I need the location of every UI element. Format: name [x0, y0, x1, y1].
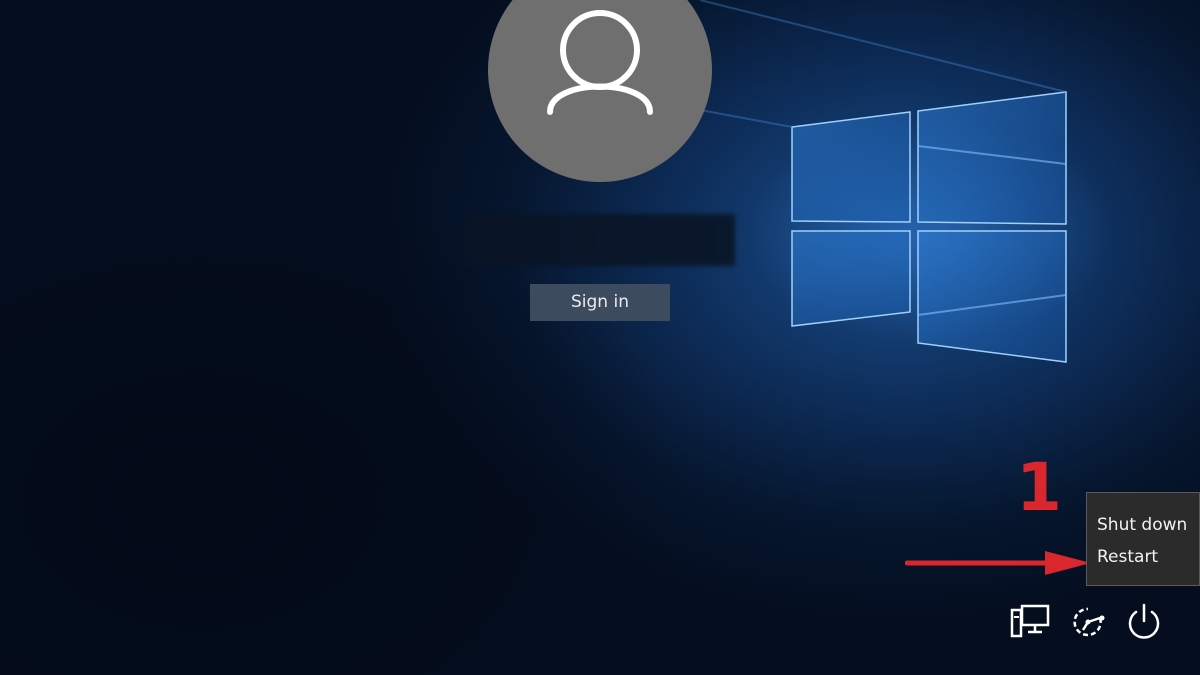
network-icon[interactable] — [1008, 600, 1052, 644]
sign-in-button[interactable]: Sign in — [530, 284, 670, 321]
menu-item-restart[interactable]: Restart — [1097, 547, 1158, 567]
annotation-arrow-icon — [905, 551, 1091, 575]
ease-of-access-icon[interactable] — [1066, 600, 1110, 644]
annotation-step-number: 1 — [1016, 449, 1062, 526]
menu-item-shut-down[interactable]: Shut down — [1097, 515, 1187, 535]
power-options-menu: Shut down Restart — [1086, 492, 1200, 586]
user-avatar — [488, 0, 712, 182]
power-icon[interactable] — [1122, 600, 1166, 644]
username-display — [465, 214, 735, 266]
user-icon — [547, 10, 653, 115]
